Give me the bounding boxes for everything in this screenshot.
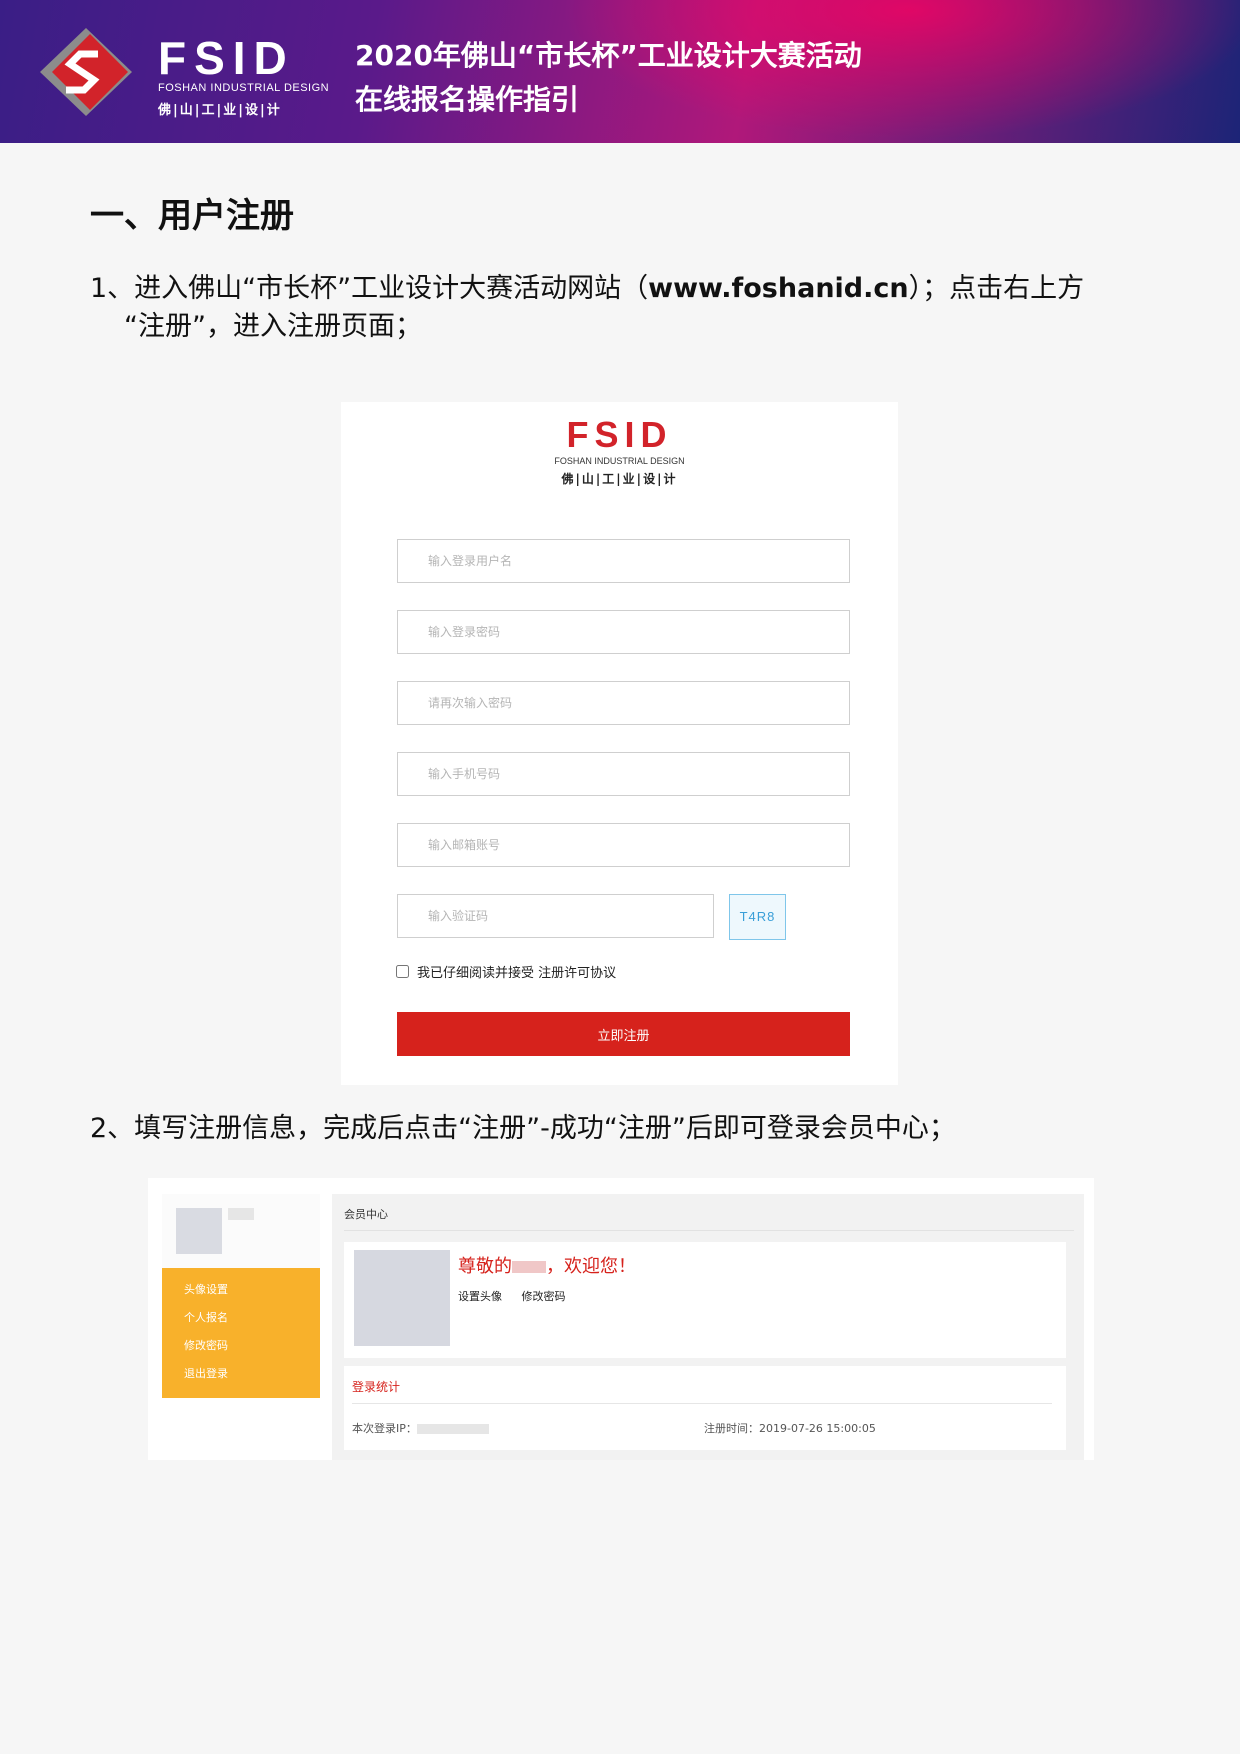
register-logo-chinese: 佛|山|工|业|设|计 bbox=[561, 472, 678, 486]
password-input[interactable] bbox=[397, 610, 850, 654]
username-input[interactable] bbox=[397, 539, 850, 583]
section-title: 一、用户注册 bbox=[90, 196, 294, 236]
avatar-large bbox=[354, 1250, 450, 1346]
login-ip-redacted bbox=[416, 1424, 489, 1434]
breadcrumb: 会员中心 bbox=[344, 1206, 1074, 1231]
member-menu: 头像设置 个人报名 修改密码 退出登录 bbox=[162, 1268, 320, 1398]
register-logo: FSID FOSHAN INDUSTRIAL DESIGN 佛|山|工|业|设|… bbox=[341, 416, 898, 487]
menu-item-change-password[interactable]: 修改密码 bbox=[162, 1332, 320, 1360]
step-2-text: 2、填写注册信息，完成后点击“注册”-成功“注册”后即可登录会员中心； bbox=[90, 1113, 956, 1144]
registration-time: 注册时间：2019-07-26 15:00:05 bbox=[704, 1422, 876, 1435]
register-logo-english: FOSHAN INDUSTRIAL DESIGN bbox=[554, 456, 685, 466]
agreement-row[interactable]: 我已仔细阅读并接受 注册许可协议 bbox=[396, 962, 616, 981]
username-redacted bbox=[228, 1208, 254, 1220]
menu-item-registration[interactable]: 个人报名 bbox=[162, 1304, 320, 1332]
site-url-link[interactable]: www.foshanid.cn bbox=[648, 273, 908, 304]
member-main: 会员中心 尊敬的 ，欢迎您！ 设置头像 修改密码 登录统计 本次登录IP： 注册时… bbox=[332, 1194, 1084, 1460]
brand-english: FOSHAN INDUSTRIAL DESIGN bbox=[158, 82, 330, 94]
username-redacted-inline bbox=[512, 1261, 546, 1273]
set-avatar-link[interactable]: 设置头像 bbox=[458, 1290, 502, 1303]
avatar bbox=[176, 1208, 222, 1254]
member-sidebar: 头像设置 个人报名 修改密码 退出登录 bbox=[162, 1194, 320, 1398]
confirm-password-input[interactable] bbox=[397, 681, 850, 725]
greeting-suffix: ，欢迎您！ bbox=[546, 1256, 636, 1277]
brand-wordmark: FSID bbox=[158, 32, 295, 84]
fsid-logo-icon bbox=[40, 28, 132, 116]
register-logo-word: FSID bbox=[566, 414, 673, 455]
header-title-line2: 在线报名操作指引 bbox=[355, 83, 580, 116]
captcha-image[interactable]: T4R8 bbox=[729, 894, 786, 940]
login-ip-row: 本次登录IP： bbox=[352, 1420, 489, 1436]
profile-links: 设置头像 修改密码 bbox=[458, 1288, 582, 1304]
menu-item-avatar-settings[interactable]: 头像设置 bbox=[162, 1276, 320, 1304]
captcha-input[interactable] bbox=[397, 894, 714, 938]
step-1-text: 1、进入佛山“市长杯”工业设计大赛活动网站（www.foshanid.cn）；点… bbox=[90, 270, 1084, 346]
email-input[interactable] bbox=[397, 823, 850, 867]
agreement-label: 我已仔细阅读并接受 注册许可协议 bbox=[417, 966, 617, 981]
login-stats-title: 登录统计 bbox=[352, 1378, 1052, 1404]
greeting-prefix: 尊敬的 bbox=[458, 1256, 512, 1277]
register-screenshot: FSID FOSHAN INDUSTRIAL DESIGN 佛|山|工|业|设|… bbox=[341, 402, 898, 1085]
header-title-line1: 2020年佛山“市长杯”工业设计大赛活动 bbox=[355, 39, 862, 72]
phone-input[interactable] bbox=[397, 752, 850, 796]
welcome-card: 尊敬的 ，欢迎您！ 设置头像 修改密码 bbox=[344, 1242, 1066, 1358]
menu-item-logout[interactable]: 退出登录 bbox=[162, 1360, 320, 1388]
step-1-prefix: 1、进入佛山“市长杯”工业设计大赛活动网站（ bbox=[90, 273, 649, 304]
step-1-suffix: ）；点击右上方 bbox=[908, 273, 1085, 304]
change-password-link[interactable]: 修改密码 bbox=[522, 1290, 566, 1303]
page-header: FSID FOSHAN INDUSTRIAL DESIGN 佛|山|工|业|设|… bbox=[0, 0, 1240, 143]
step-1-line2: “注册”，进入注册页面； bbox=[124, 311, 422, 342]
agreement-checkbox[interactable] bbox=[396, 965, 409, 978]
member-center-screenshot: 头像设置 个人报名 修改密码 退出登录 会员中心 尊敬的 ，欢迎您！ 设置头像 修… bbox=[148, 1178, 1094, 1460]
login-stats-card: 登录统计 本次登录IP： 注册时间：2019-07-26 15:00:05 bbox=[344, 1366, 1066, 1450]
register-submit-button[interactable]: 立即注册 bbox=[397, 1012, 850, 1056]
brand-chinese: 佛|山|工|业|设|计 bbox=[158, 103, 282, 118]
header-title: 2020年佛山“市长杯”工业设计大赛活动 在线报名操作指引 bbox=[355, 34, 862, 122]
header-brand: FSID FOSHAN INDUSTRIAL DESIGN 佛|山|工|业|设|… bbox=[158, 32, 330, 118]
welcome-greeting: 尊敬的 ，欢迎您！ bbox=[458, 1252, 636, 1278]
login-ip-label: 本次登录IP： bbox=[352, 1422, 417, 1435]
